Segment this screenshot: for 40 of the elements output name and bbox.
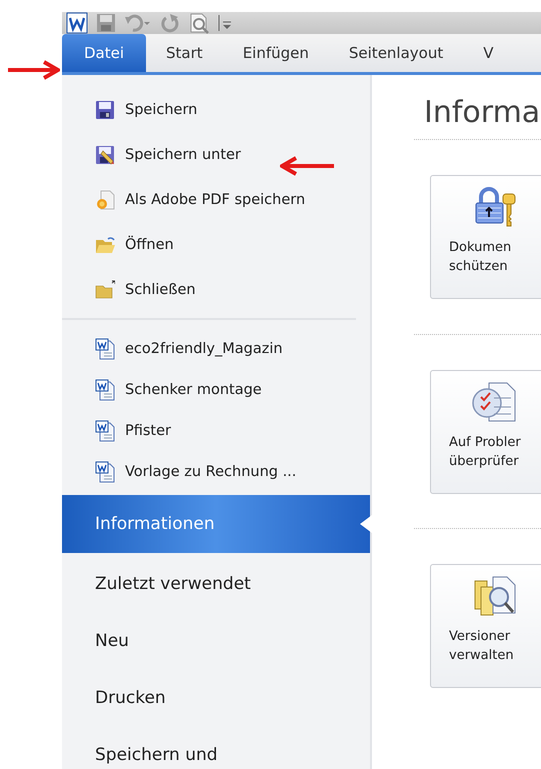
menu-command-label[interactable]: Schließen [125,282,196,298]
action-button[interactable]: Versioner verwalten [430,564,541,688]
floppy-disk-pencil-icon [95,144,115,164]
ribbon-tab[interactable]: V [463,44,514,72]
customize-toolbar-icon[interactable] [218,13,232,33]
document-seal-icon [95,190,115,210]
redo-icon[interactable] [160,13,180,33]
backstage-nav-item[interactable]: Zuletzt verwendet [62,555,370,612]
backstage-nav-item[interactable]: Neu [62,612,370,669]
recent-document[interactable]: eco2friendly_Magazin [125,340,283,356]
folder-icon [95,234,115,254]
annotation-arrow [280,156,336,176]
backstage-nav-item[interactable]: Speichern und [62,726,370,769]
menu-command-label[interactable]: Öffnen [125,236,174,252]
menu-command-label[interactable]: Speichern [125,102,198,118]
ribbon-tab[interactable]: Datei [62,34,146,72]
print-preview-icon[interactable] [188,12,210,34]
menu-command-label[interactable]: Als Adobe PDF speichern [125,192,306,208]
undo-icon[interactable] [124,13,152,33]
ribbon-tab[interactable]: Start [146,44,223,72]
recent-document[interactable]: Schenker montage [125,382,262,398]
annotation-arrow [6,60,60,80]
word-logo-icon[interactable] [66,12,88,34]
folder-icon [95,280,115,300]
action-button[interactable]: Auf Probler überprüfer [430,370,541,494]
menu-command-label[interactable]: Speichern unter [125,146,241,162]
page-title: Informa [423,95,541,132]
ribbon-tab[interactable]: Seitenlayout [328,44,464,72]
word-document-icon [95,378,115,400]
word-document-icon [95,420,115,442]
action-button[interactable]: Dokumen schützen [430,175,541,299]
ribbon-tab[interactable]: Einfügen [222,44,329,72]
word-document-icon [95,338,115,360]
checklist-document-icon [471,381,517,423]
save-icon[interactable] [96,13,116,33]
recent-document[interactable]: Vorlage zu Rechnung ... [125,464,296,480]
backstage-nav-item[interactable]: Informationen [62,495,370,553]
backstage-nav-item[interactable]: Drucken [62,669,370,726]
word-document-icon [95,460,115,482]
recent-document[interactable]: Pfister [125,422,171,438]
